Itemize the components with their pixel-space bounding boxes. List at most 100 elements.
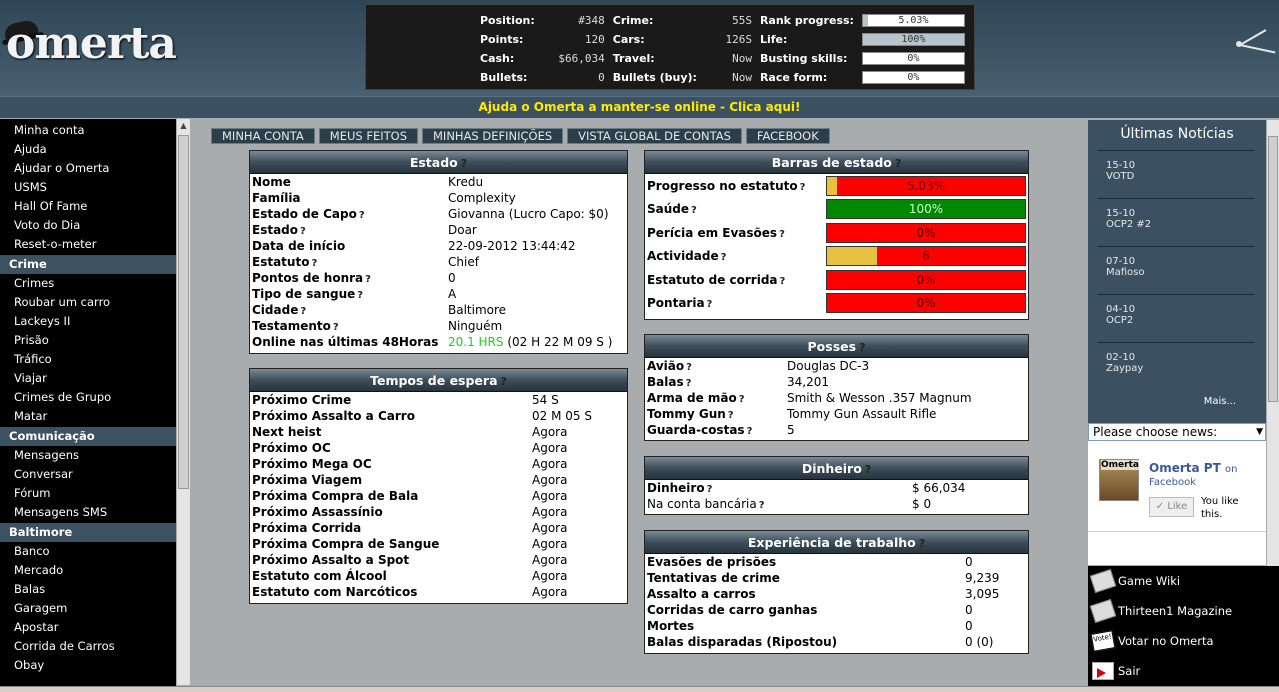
- help-icon[interactable]: ?: [859, 341, 865, 354]
- news-item[interactable]: 02-10 Zaypay: [1098, 342, 1254, 390]
- news-headline[interactable]: Mafioso: [1106, 267, 1254, 278]
- help-icon[interactable]: ?: [300, 306, 306, 317]
- magazine-link[interactable]: Thirteen1 Magazine: [1088, 596, 1279, 626]
- nav-item[interactable]: Apostar: [0, 618, 176, 637]
- facebook-like-button[interactable]: ✓ Like: [1149, 497, 1194, 517]
- scroll-up-icon[interactable]: ▲: [177, 119, 190, 133]
- news-headline[interactable]: OCP2 #2: [1106, 219, 1254, 230]
- nav-item[interactable]: Roubar um carro: [0, 293, 176, 312]
- nav-item[interactable]: Corrida de Carros: [0, 637, 176, 656]
- nav-item[interactable]: Crimes de Grupo: [0, 388, 176, 407]
- help-icon[interactable]: ?: [686, 378, 692, 389]
- nav-item[interactable]: Matar: [0, 407, 176, 426]
- experiencia-key: Balas disparadas (Ripostou): [647, 635, 838, 649]
- posses-table: Avião? Douglas DC-3 Balas? 34,201 Arma de mã…: [645, 358, 1028, 438]
- nav-item[interactable]: Fórum: [0, 484, 176, 503]
- nav-item[interactable]: Voto do Dia: [0, 216, 176, 235]
- panel-experiencia: Experiência de trabalho? Evasões de pris…: [644, 530, 1029, 654]
- news-item[interactable]: 15-10 VOTD: [1098, 150, 1254, 198]
- help-icon[interactable]: ?: [895, 157, 901, 170]
- help-icon[interactable]: ?: [333, 322, 339, 333]
- game-wiki-link[interactable]: Game Wiki: [1088, 566, 1279, 596]
- help-icon[interactable]: ?: [780, 276, 786, 287]
- help-icon[interactable]: ?: [501, 375, 507, 388]
- tempos-key: Próxima Compra de Sangue: [252, 537, 440, 551]
- help-icon[interactable]: ?: [300, 226, 306, 237]
- right-scrollbar-thumb[interactable]: [1268, 136, 1278, 402]
- support-banner[interactable]: Ajuda o Omerta a manter-se online - Clic…: [0, 96, 1279, 118]
- nav-item[interactable]: Minha conta: [0, 121, 176, 140]
- nav-item[interactable]: Prisão: [0, 331, 176, 350]
- logout-link[interactable]: Sair: [1088, 656, 1279, 686]
- help-icon[interactable]: ?: [919, 537, 925, 550]
- help-icon[interactable]: ?: [800, 182, 806, 193]
- nav-item[interactable]: Mensagens SMS: [0, 503, 176, 522]
- tempos-key: Próximo Mega OC: [252, 457, 372, 471]
- help-icon[interactable]: ?: [759, 500, 765, 511]
- facebook-widget: Omerta Omerta PT on Facebook ✓ Like You …: [1088, 441, 1266, 565]
- help-icon[interactable]: ?: [747, 426, 753, 437]
- nav-item[interactable]: Crimes: [0, 274, 176, 293]
- news-select[interactable]: Please choose news: ▼: [1088, 423, 1266, 441]
- left-scrollbar-thumb[interactable]: [178, 135, 189, 489]
- stat-bar-cell: 0%: [858, 68, 969, 87]
- tab-item[interactable]: VISTA GLOBAL DE CONTAS: [567, 128, 742, 144]
- help-icon[interactable]: ?: [721, 252, 727, 263]
- help-icon[interactable]: ?: [707, 484, 713, 495]
- tab-item[interactable]: MEUS FEITOS: [318, 128, 418, 144]
- help-icon[interactable]: ?: [691, 205, 697, 216]
- news-headline[interactable]: OCP2: [1106, 315, 1254, 326]
- tab-item[interactable]: FACEBOOK: [745, 128, 830, 144]
- help-icon[interactable]: ?: [779, 229, 785, 240]
- help-icon[interactable]: ?: [365, 274, 371, 285]
- omerta-logo[interactable]: omerta: [1, 14, 177, 70]
- support-banner-text[interactable]: Ajuda o Omerta a manter-se online - Clic…: [479, 100, 801, 114]
- facebook-page-name-text[interactable]: Omerta PT: [1149, 461, 1221, 475]
- nav-item[interactable]: Balas: [0, 580, 176, 599]
- news-headline[interactable]: Zaypay: [1106, 363, 1254, 374]
- help-icon[interactable]: ?: [359, 210, 365, 221]
- left-scrollbar[interactable]: ▲: [176, 119, 190, 685]
- posses-key: Arma de mão?: [645, 390, 785, 406]
- tempos-key: Next heist: [252, 425, 322, 439]
- news-item[interactable]: 07-10 Mafioso: [1098, 246, 1254, 294]
- posses-key-text: Guarda-costas: [647, 423, 745, 437]
- help-icon[interactable]: ?: [311, 258, 317, 269]
- nav-item[interactable]: Obay: [0, 656, 176, 675]
- news-item[interactable]: 15-10 OCP2 #2: [1098, 198, 1254, 246]
- nav-item[interactable]: Ajudar o Omerta: [0, 159, 176, 178]
- vote-link[interactable]: Vote! Votar no Omerta: [1088, 626, 1279, 656]
- nav-item[interactable]: Garagem: [0, 599, 176, 618]
- nav-item[interactable]: Conversar: [0, 465, 176, 484]
- help-icon[interactable]: ?: [728, 410, 734, 421]
- panel-experiencia-header: Experiência de trabalho?: [645, 531, 1028, 554]
- stat-c2v: Now: [732, 71, 752, 84]
- right-scrollbar[interactable]: [1266, 120, 1279, 566]
- nav-item[interactable]: Viajar: [0, 369, 176, 388]
- help-icon[interactable]: ?: [461, 157, 467, 170]
- help-icon[interactable]: ?: [707, 299, 713, 310]
- nav-item[interactable]: Mercado: [0, 561, 176, 580]
- help-icon[interactable]: ?: [865, 463, 871, 476]
- news-headline[interactable]: VOTD: [1106, 171, 1254, 182]
- help-icon[interactable]: ?: [739, 394, 745, 405]
- nav-item[interactable]: Ajuda: [0, 140, 176, 159]
- nav-item[interactable]: Banco: [0, 542, 176, 561]
- facebook-page-name[interactable]: Omerta PT on: [1149, 461, 1237, 475]
- help-icon[interactable]: ?: [686, 362, 692, 373]
- news-more-link[interactable]: Mais...: [1088, 396, 1266, 407]
- nav-item[interactable]: Tráfico: [0, 350, 176, 369]
- news-item[interactable]: 04-10 OCP2: [1098, 294, 1254, 342]
- facebook-page-avatar[interactable]: Omerta: [1099, 459, 1139, 501]
- dinheiro-row: Dinheiro? $ 66,034: [645, 480, 1028, 496]
- tab-item[interactable]: MINHAS DEFINIÇÕES: [422, 128, 564, 144]
- tab-item[interactable]: MINHA CONTA: [211, 128, 315, 144]
- nav-item[interactable]: Lackeys II: [0, 312, 176, 331]
- nav-item[interactable]: USMS: [0, 178, 176, 197]
- help-icon[interactable]: ?: [357, 290, 363, 301]
- nav-item[interactable]: Mensagens: [0, 446, 176, 465]
- facebook-link[interactable]: Facebook: [1149, 477, 1196, 488]
- estado-value: A: [448, 287, 457, 301]
- nav-item[interactable]: Hall Of Fame: [0, 197, 176, 216]
- nav-item[interactable]: Reset-o-meter: [0, 235, 176, 254]
